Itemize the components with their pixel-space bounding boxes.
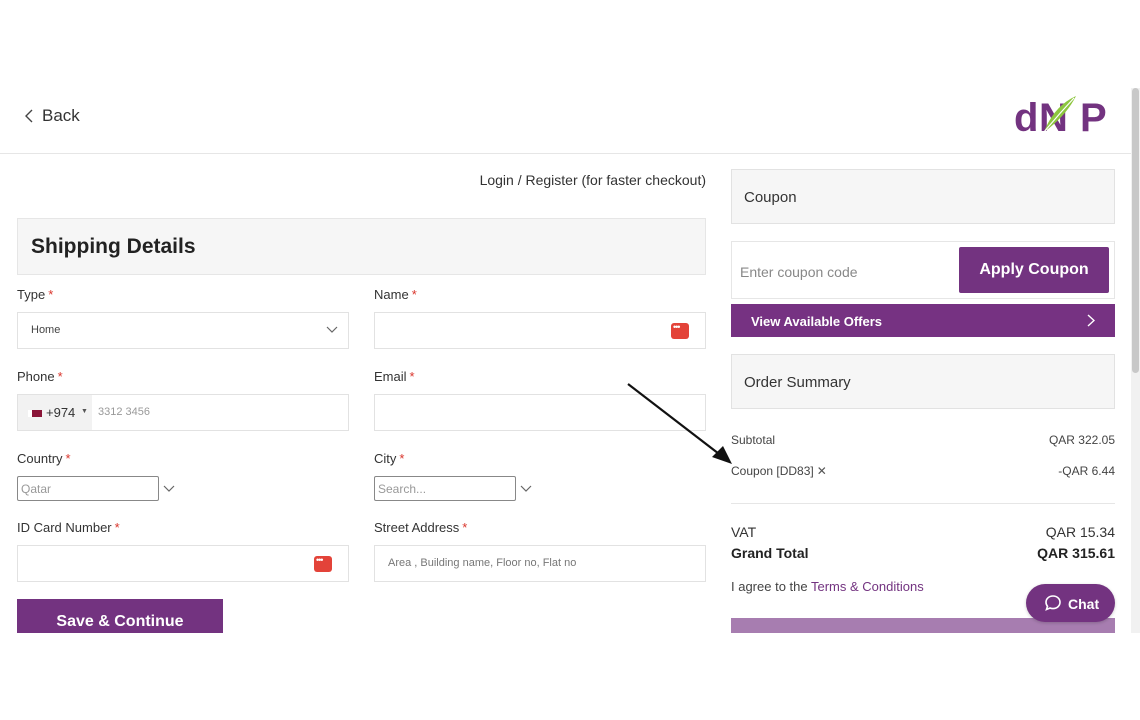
grand-total-value: QAR 315.61 [1037,545,1115,561]
phone-input[interactable]: +974 ▼ 3312 3456 [17,394,349,431]
city-input[interactable]: Search... [374,476,516,501]
coupon-applied-label: Coupon [DD83] [731,464,814,478]
email-input[interactable] [374,394,706,431]
vat-label: VAT [731,524,757,540]
back-button[interactable]: Back [24,106,80,126]
coupon-placeholder: Enter coupon code [740,264,858,280]
country-label: Country * [17,451,71,466]
street-address-input[interactable]: Area , Building name, Floor no, Flat no [374,545,706,582]
street-address-label: Street Address * [374,520,468,535]
scrollbar-thumb[interactable] [1132,88,1139,373]
svg-text:P: P [1080,96,1107,138]
chat-bubble-icon [1045,595,1061,611]
caret-down-icon: ▼ [81,408,88,415]
coupon-section-header: Coupon [731,169,1115,224]
shipping-title: Shipping Details [31,235,196,258]
street-placeholder: Area , Building name, Floor no, Flat no [388,557,577,569]
coupon-title: Coupon [744,189,797,206]
city-placeholder: Search... [378,482,427,496]
email-label: Email * [374,369,415,384]
apply-coupon-button[interactable]: Apply Coupon [959,247,1109,293]
coupon-applied-row: Coupon [DD83] ✕ [731,464,827,478]
chat-button[interactable]: Chat [1026,584,1115,622]
country-input[interactable]: Qatar [17,476,159,501]
type-select[interactable]: Home [17,312,349,349]
view-offers-button[interactable]: View Available Offers [731,304,1115,337]
phone-label: Phone * [17,369,63,384]
autofill-icon[interactable] [314,555,332,572]
order-summary-title: Order Summary [744,374,851,391]
terms-agreement: I agree to the Terms & Conditions [731,579,924,594]
remove-coupon-icon[interactable]: ✕ [817,464,827,478]
name-input[interactable] [374,312,706,349]
grand-total-label: Grand Total [731,545,809,561]
qatar-flag-icon [28,410,42,417]
coupon-discount-value: -QAR 6.44 [1058,464,1115,478]
page-header: Back d N P [0,88,1132,154]
back-label: Back [42,106,80,125]
save-continue-button[interactable]: Save & Continue [17,599,223,633]
vat-value: QAR 15.34 [1045,524,1115,540]
login-register-link[interactable]: Login / Register (for faster checkout) [440,172,706,188]
terms-link[interactable]: Terms & Conditions [811,579,924,594]
name-label: Name * [374,287,417,302]
id-card-label: ID Card Number * [17,520,120,535]
view-offers-label: View Available Offers [751,314,883,329]
autofill-icon[interactable] [671,322,689,339]
type-label: Type * [17,287,54,302]
chat-label: Chat [1068,596,1100,612]
chevron-down-icon [326,326,338,333]
country-placeholder: Qatar [21,482,52,496]
type-select-value: Home [31,324,61,336]
subtotal-label: Subtotal [731,433,776,447]
subtotal-value: QAR 322.05 [1048,433,1115,447]
summary-divider [731,503,1115,504]
chevron-down-icon[interactable] [520,485,532,493]
id-card-input[interactable] [17,545,349,582]
chevron-left-icon [25,109,33,123]
svg-text:d: d [1014,96,1038,138]
order-summary-header: Order Summary [731,354,1115,409]
page-scrollbar[interactable] [1131,88,1140,633]
shipping-section-header: Shipping Details [17,218,706,275]
country-code-selector[interactable]: +974 ▼ [18,395,92,430]
country-code: +974 [46,405,76,420]
brand-logo[interactable]: d N P [1014,94,1112,138]
chevron-right-icon [1087,314,1095,327]
chevron-down-icon[interactable] [163,485,175,493]
city-label: City * [374,451,405,466]
phone-placeholder: 3312 3456 [98,406,150,418]
